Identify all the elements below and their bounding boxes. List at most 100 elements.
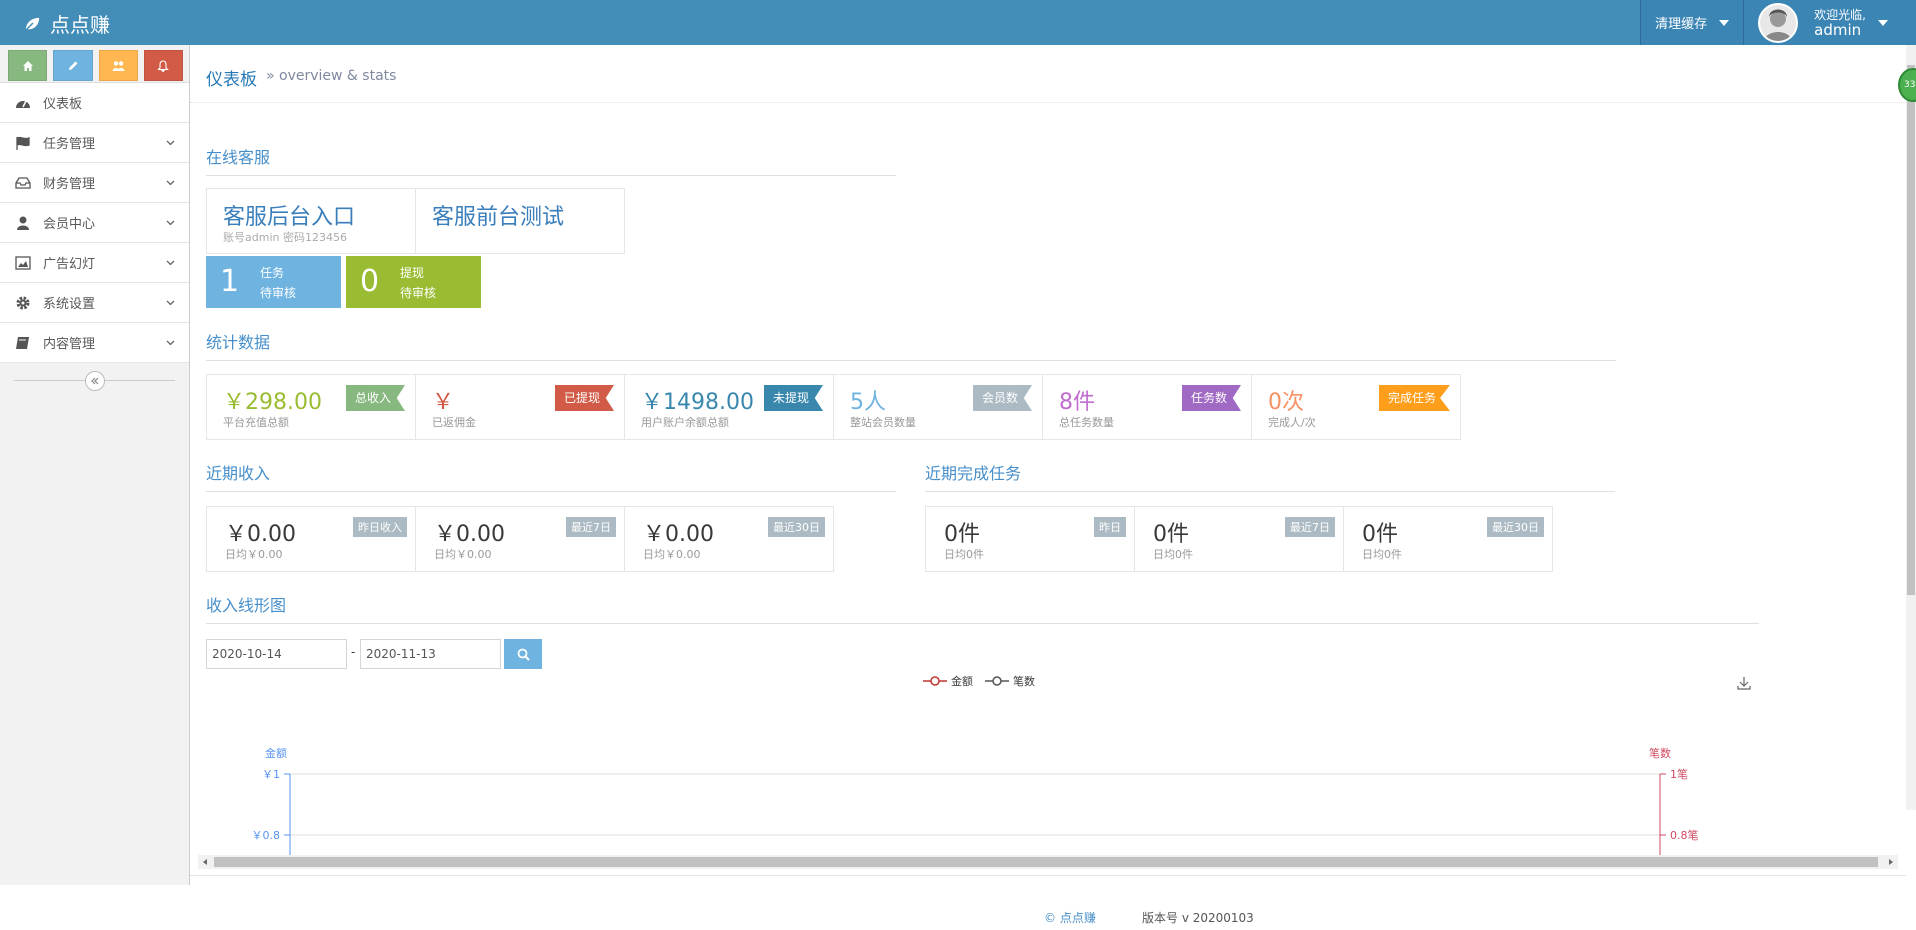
left-axis-name: 金额 xyxy=(265,746,287,760)
task-pending-sublabel: 待审核 xyxy=(260,286,297,300)
caret-down-icon xyxy=(1878,19,1888,26)
sidebar: 仪表板任务管理财务管理 会员中心 广告幻灯 系统设置 内容管理 xyxy=(0,45,190,885)
dashboard-icon xyxy=(14,94,32,112)
sidebar-item-6[interactable]: 内容管理 xyxy=(0,323,189,363)
recent-desc: 日均￥0.00 xyxy=(225,548,283,561)
stat-badge: 任务数 xyxy=(1181,385,1241,411)
withdraw-pending-label: 提现 xyxy=(400,266,425,280)
start-date-input[interactable] xyxy=(206,639,347,669)
legend-amount-marker xyxy=(923,676,947,686)
chevron-down-icon xyxy=(166,180,175,186)
stat-card: ￥1498.00 用户账户余额总额 未提现 xyxy=(624,374,834,440)
brand[interactable]: 点点赚 xyxy=(22,9,110,38)
clear-cache-button[interactable]: 清理缓存 xyxy=(1640,0,1744,45)
legend-amount-label: 金额 xyxy=(951,675,973,688)
stat-card: ￥298.00 平台充值总额 总收入 xyxy=(206,374,416,440)
sidebar-nav: 仪表板任务管理财务管理 会员中心 广告幻灯 系统设置 内容管理 xyxy=(0,83,189,363)
chevron-down-icon xyxy=(166,340,175,346)
period-badge: 最近30日 xyxy=(768,517,825,537)
sidebar-item-3[interactable]: 会员中心 xyxy=(0,203,189,243)
stat-value: ￥1498.00 xyxy=(641,390,754,415)
kefu-admin-entry[interactable]: 客服后台入口 账号admin 密码123456 xyxy=(206,188,416,254)
end-date-input[interactable] xyxy=(360,639,501,669)
download-icon[interactable] xyxy=(1736,675,1752,691)
withdraw-pending-tile[interactable]: 0 提现待审核 xyxy=(346,256,481,308)
clear-cache-label: 清理缓存 xyxy=(1655,17,1708,32)
left-tick-label-mid: ￥0.8 xyxy=(252,829,281,842)
stat-value: ￥298.00 xyxy=(223,390,322,415)
sidebar-item-1[interactable]: 任务管理 xyxy=(0,123,189,163)
legend-count-label: 笔数 xyxy=(1013,675,1035,688)
book-icon xyxy=(14,334,32,352)
recent-desc: 日均￥0.00 xyxy=(643,548,701,561)
scrollbar-thumb[interactable] xyxy=(214,857,1878,867)
pencil-icon xyxy=(68,61,78,70)
stat-badge: 未提现 xyxy=(763,385,823,411)
stat-value: 0次 xyxy=(1268,390,1304,415)
page-title[interactable]: 仪表板 xyxy=(206,65,257,90)
stat-card: 0次 完成人/次 完成任务 xyxy=(1251,374,1461,440)
stat-badge: 完成任务 xyxy=(1378,385,1450,411)
legend-item-amount[interactable]: 金额 xyxy=(923,673,973,689)
period-badge: 昨日 xyxy=(1094,517,1126,537)
recent-income-card: ￥0.00 日均￥0.00 昨日收入 xyxy=(206,506,416,572)
sidebar-item-label: 任务管理 xyxy=(43,137,96,152)
shortcut-bar xyxy=(0,45,189,83)
users-shortcut-button[interactable] xyxy=(98,50,138,81)
collapse-sidebar-button[interactable] xyxy=(85,371,105,391)
period-badge: 最近30日 xyxy=(1487,517,1544,537)
income-line-chart: 金额 笔数 ￥1 ￥0.8 1笔 0.8笔 xyxy=(252,746,1699,855)
stat-desc: 完成人/次 xyxy=(1268,416,1316,429)
user-menu[interactable]: 欢迎光临, admin xyxy=(1743,0,1916,45)
recent-desc: 日均0件 xyxy=(944,548,984,561)
kefu-front-test[interactable]: 客服前台测试 xyxy=(415,188,625,254)
chevron-down-icon xyxy=(166,300,175,306)
section-title-stats: 统计数据 xyxy=(206,329,1616,361)
period-badge: 最近7日 xyxy=(566,517,616,537)
horizontal-scrollbar[interactable] xyxy=(198,855,1898,869)
search-icon xyxy=(517,648,530,661)
floating-badge-text: 33 xyxy=(1904,80,1916,90)
footer-copyright[interactable]: © 点点赚 xyxy=(1044,909,1096,926)
stat-desc: 平台充值总额 xyxy=(223,416,289,429)
edit-shortcut-button[interactable] xyxy=(53,50,93,81)
scroll-right-arrow-icon[interactable] xyxy=(1887,858,1895,866)
main-content: 仪表板 » overview & stats 在线客服 客服后台入口 账号adm… xyxy=(190,45,1906,925)
section-title-income-chart: 收入线形图 xyxy=(206,592,1759,624)
recent-value: 0件 xyxy=(944,522,980,547)
recent-value: 0件 xyxy=(1153,522,1189,547)
sidebar-item-5[interactable]: 系统设置 xyxy=(0,283,189,323)
vertical-scrollbar[interactable] xyxy=(1906,45,1916,810)
period-badge: 昨日收入 xyxy=(353,517,407,537)
stat-desc: 用户账户余额总额 xyxy=(641,416,729,429)
bell-shortcut-button[interactable] xyxy=(143,50,183,81)
chevron-down-icon xyxy=(166,140,175,146)
right-tick-label-mid: 0.8笔 xyxy=(1670,828,1699,842)
right-tick-label-top: 1笔 xyxy=(1670,767,1688,781)
users-icon xyxy=(112,60,125,71)
search-button[interactable] xyxy=(504,639,542,669)
date-separator: - xyxy=(351,645,356,659)
legend-item-count[interactable]: 笔数 xyxy=(985,673,1035,689)
stat-badge: 会员数 xyxy=(972,385,1032,411)
brand-name: 点点赚 xyxy=(50,13,110,37)
withdraw-pending-sublabel: 待审核 xyxy=(400,286,437,300)
stat-badge: 总收入 xyxy=(345,385,405,411)
vertical-scrollbar-thumb[interactable] xyxy=(1907,65,1915,595)
sidebar-item-2[interactable]: 财务管理 xyxy=(0,163,189,203)
home-icon xyxy=(22,60,33,71)
stat-value: ￥ xyxy=(432,390,455,415)
home-shortcut-button[interactable] xyxy=(8,50,48,81)
recent-desc: 日均0件 xyxy=(1362,548,1402,561)
sidebar-item-4[interactable]: 广告幻灯 xyxy=(0,243,189,283)
stat-badge: 已提现 xyxy=(554,385,614,411)
sidebar-item-0[interactable]: 仪表板 xyxy=(0,83,189,123)
recent-desc: 日均￥0.00 xyxy=(434,548,492,561)
withdraw-pending-count: 0 xyxy=(360,264,380,299)
task-pending-label: 任务 xyxy=(260,266,285,280)
scroll-left-arrow-icon[interactable] xyxy=(201,858,209,866)
chevron-down-icon xyxy=(166,260,175,266)
leaf-icon xyxy=(24,15,41,32)
double-chevron-left-icon xyxy=(91,377,99,385)
task-pending-tile[interactable]: 1 任务 待审核 xyxy=(206,256,341,308)
